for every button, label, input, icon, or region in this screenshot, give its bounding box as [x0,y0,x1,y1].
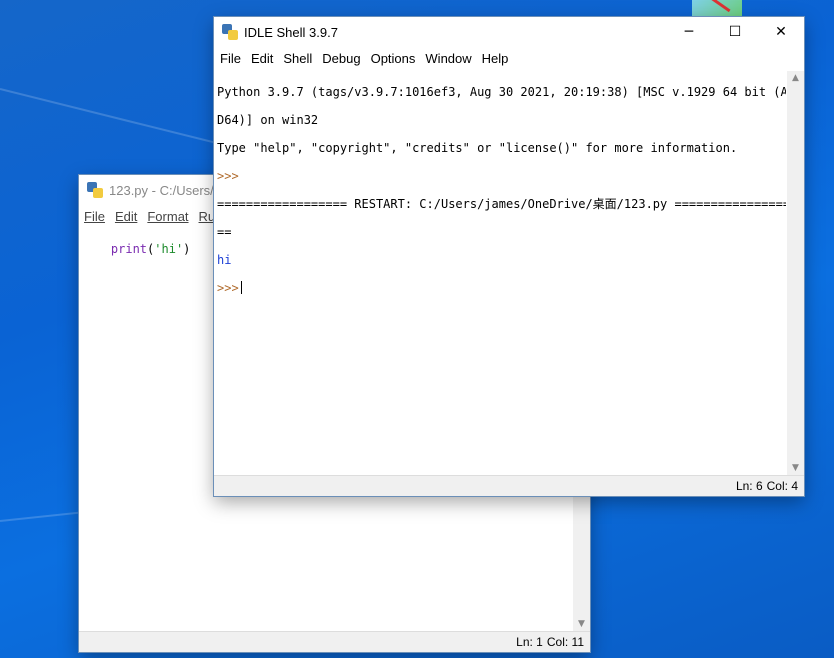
close-button[interactable]: ✕ [758,17,804,47]
code-paren-close: ) [183,242,191,256]
shell-title: IDLE Shell 3.9.7 [244,24,338,40]
code-function: print [110,242,148,256]
banner-line: Python 3.9.7 (tags/v3.9.7:1016ef3, Aug 3… [217,85,786,99]
minimize-button[interactable]: ─ [666,17,712,47]
maximize-icon: ☐ [728,24,742,40]
python-idle-icon [222,24,238,40]
menu-debug[interactable]: Debug [317,51,365,66]
editor-title: 123.py - C:/Users/j [109,182,217,198]
editor-statusbar: Ln: 1 Col: 11 [79,631,590,652]
shell-input-line[interactable]: >>> [217,281,786,295]
restart-line-wrap: == [217,225,232,239]
scroll-down-icon[interactable]: ▼ [573,617,590,631]
python-file-icon [87,182,103,198]
code-string: 'hi' [154,242,184,256]
editor-menu-file[interactable]: File [79,209,110,224]
text-cursor [240,281,242,294]
close-icon: ✕ [775,24,787,40]
shell-col-number: Col: 4 [766,479,798,493]
shell-window[interactable]: IDLE Shell 3.9.7 ─ ☐ ✕ File Edit Shell D… [214,17,804,496]
shell-statusbar: Ln: 6 Col: 4 [214,475,804,496]
scroll-down-icon[interactable]: ▼ [787,461,804,475]
shell-prompt: >>> [217,281,239,295]
editor-line-number: Ln: 1 [516,635,543,649]
menu-options[interactable]: Options [366,51,421,66]
scroll-up-icon[interactable]: ▲ [787,71,804,85]
menu-shell[interactable]: Shell [278,51,317,66]
editor-col-number: Col: 11 [546,635,584,649]
shell-prompt: >>> [217,169,239,183]
menu-file[interactable]: File [215,51,246,66]
editor-menu-format[interactable]: Format [142,209,193,224]
shell-titlebar[interactable]: IDLE Shell 3.9.7 ─ ☐ ✕ [214,17,804,47]
menu-help[interactable]: Help [477,51,514,66]
maximize-button[interactable]: ☐ [712,17,758,47]
restart-line: ================== RESTART: C:/Users/jam… [217,197,786,211]
shell-scrollbar[interactable]: ▲ ▼ [787,71,804,475]
menu-window[interactable]: Window [420,51,476,66]
banner-line: D64)] on win32 [217,113,319,127]
shell-text-area[interactable]: Python 3.9.7 (tags/v3.9.7:1016ef3, Aug 3… [217,71,786,474]
shell-line-number: Ln: 6 [735,479,763,493]
shell-menubar: File Edit Shell Debug Options Window Hel… [214,47,804,69]
minimize-icon: ─ [684,24,694,40]
editor-menu-edit[interactable]: Edit [110,209,142,224]
desktop-shortcut-icon[interactable] [692,0,742,18]
banner-line: Type "help", "copyright", "credits" or "… [217,141,738,155]
program-output: hi [217,253,232,267]
menu-edit[interactable]: Edit [246,51,278,66]
